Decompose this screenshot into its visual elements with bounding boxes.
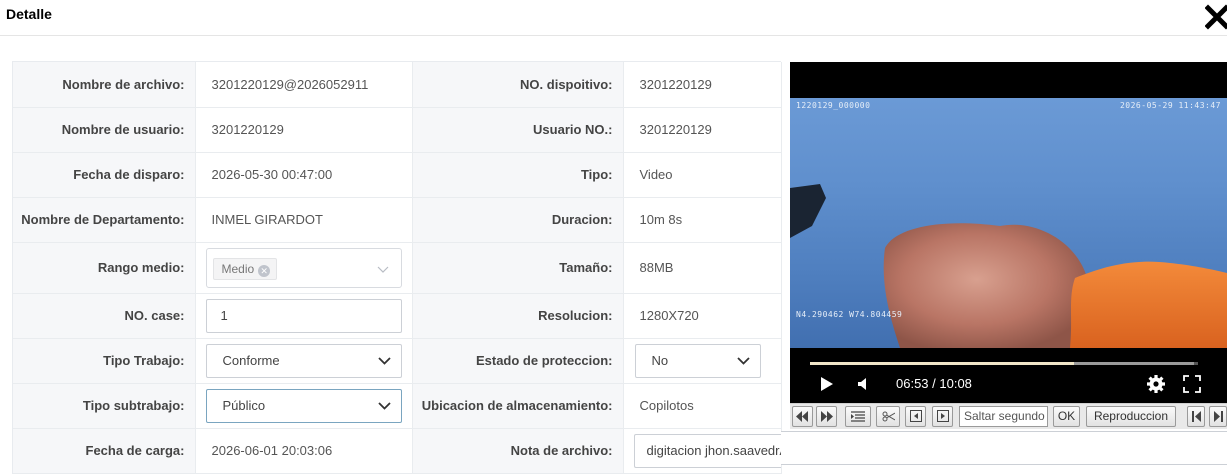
table-row: Fecha de carga: 2026-06-01 20:03:06 Nota… [13,428,823,474]
rewind-icon[interactable] [792,406,813,427]
resolution-label: Resolucion: [412,293,624,339]
orange-sleeve [1070,261,1227,348]
protection-status-select[interactable]: No [634,343,761,378]
table-row: Nombre de Departamento: INMEL GIRARDOT D… [13,197,782,243]
protection-status-selected: No [651,352,669,368]
skip-start-icon[interactable] [1187,406,1205,427]
play-icon[interactable] [820,376,834,392]
work-type-select[interactable]: Conforme [205,343,402,378]
work-subtype-cell: Público [195,383,413,429]
protection-status-label: Estado de proteccion: [412,338,624,384]
table-row: Nombre de archivo: 3201220129@2026052911… [13,62,782,108]
hand [883,223,1090,348]
storage-location-label: Ubicacion de almacenamiento: [412,383,624,429]
osd-gps-coordinates: N4.290462 W74.804459 [796,310,903,319]
table-row: Tipo subtrabajo: Público Ubicacion de al… [13,383,782,429]
department-value: INMEL GIRARDOT [195,197,413,243]
next-frame-icon[interactable] [932,406,953,427]
upload-date-label: Fecha de carga: [13,428,196,474]
type-value: Video [623,152,782,198]
file-note-cell: digitacion jhon.saavedrA 11:43 [623,428,823,474]
playlist-icon[interactable] [845,406,871,427]
user-name-label: Nombre de usuario: [13,107,196,153]
case-number-label: NO. case: [13,293,196,339]
type-label: Tipo: [412,152,624,198]
duration-label: Duracion: [412,197,624,243]
work-type-label: Tipo Trabajo: [13,338,196,384]
osd-device-id: 1220129_000000 [796,101,871,110]
size-value: 88MB [623,242,782,294]
table-row: Nombre de usuario: 3201220129 Usuario NO… [13,107,782,153]
protection-status-cell: No [623,338,782,384]
media-range-label: Rango medio: [13,242,196,294]
skip-end-icon[interactable] [1209,406,1227,427]
ok-button[interactable]: OK [1053,406,1080,427]
playback-toolbar: Saltar segundo OK Reproduccion [790,403,1227,429]
device-number-label: NO. dispoitivo: [412,62,624,108]
media-range-tag-label: Medio [221,261,255,276]
media-range-tag: Medio ✕ [212,257,278,280]
department-label: Nombre de Departamento: [13,197,196,243]
trigger-date-value: 2026-05-30 00:47:00 [195,152,413,198]
time-display: 06:53 / 10:08 [896,376,972,391]
fast-forward-icon[interactable] [816,406,837,427]
size-label: Tamaño: [412,242,624,294]
chevron-down-icon [377,266,388,273]
osd-timestamp: 2026-05-29 11:43:47 [1119,101,1221,110]
played-bar [810,362,1074,365]
user-name-value: 3201220129 [195,107,413,153]
playback-button[interactable]: Reproduccion [1086,406,1176,427]
seek-seconds-input[interactable]: Saltar segundo [959,406,1048,427]
fullscreen-icon[interactable] [1183,375,1201,393]
file-note-input[interactable]: digitacion jhon.saavedrA 11:43 [633,433,823,468]
upload-date-value: 2026-06-01 20:03:06 [195,428,413,474]
video-controls: 06:53 / 10:08 [790,348,1227,403]
device-number-value: 3201220129 [623,62,782,108]
close-icon[interactable] [1205,4,1227,30]
work-type-cell: Conforme [195,338,413,384]
user-number-value: 3201220129 [623,107,782,153]
seek-bar[interactable] [810,362,1198,365]
table-row: Fecha de disparo: 2026-05-30 00:47:00 Ti… [13,152,782,198]
dialog-header: Detalle [0,0,1227,36]
trigger-date-label: Fecha de disparo: [13,152,196,198]
chevron-down-icon [736,356,750,365]
file-note-label: Nota de archivo: [412,428,624,474]
media-range-select[interactable]: Medio ✕ [205,247,402,288]
chevron-down-icon [377,401,391,410]
table-row: Tipo Trabajo: Conforme Estado de protecc… [13,338,782,384]
work-subtype-select[interactable]: Público [205,388,402,423]
phone-edge [790,184,826,238]
video-frame: 1220129_000000 2026-05-29 11:43:47 N4.29… [790,98,1227,348]
detail-table: Nombre de archivo: 3201220129@2026052911… [12,61,823,474]
settings-gear-icon[interactable] [1146,374,1166,394]
storage-location-value: Copilotos [623,383,782,429]
table-row: NO. case: 1 Resolucion: 1280X720 [13,293,782,339]
volume-icon[interactable] [856,376,870,392]
dialog-title: Detalle [6,6,52,22]
video-player[interactable]: 1220129_000000 2026-05-29 11:43:47 N4.29… [790,62,1227,348]
resolution-value: 1280X720 [623,293,782,339]
prev-frame-icon[interactable] [905,406,926,427]
file-name-label: Nombre de archivo: [13,62,196,108]
case-number-input[interactable]: 1 [205,298,402,333]
user-number-label: Usuario NO.: [412,107,624,153]
work-subtype-label: Tipo subtrabajo: [13,383,196,429]
table-row: Rango medio: Medio ✕ Tamaño: 88MB [13,242,782,294]
remove-tag-icon[interactable]: ✕ [258,264,271,277]
duration-value: 10m 8s [623,197,782,243]
media-range-cell: Medio ✕ [195,242,413,294]
work-subtype-selected: Público [222,397,266,413]
file-note-input-extension[interactable] [781,431,1227,465]
scissors-icon[interactable] [876,406,900,427]
chevron-down-icon [377,356,391,365]
work-type-selected: Conforme [222,352,280,368]
case-number-cell: 1 [195,293,413,339]
file-name-value: 3201220129@2026052911 [195,62,413,108]
